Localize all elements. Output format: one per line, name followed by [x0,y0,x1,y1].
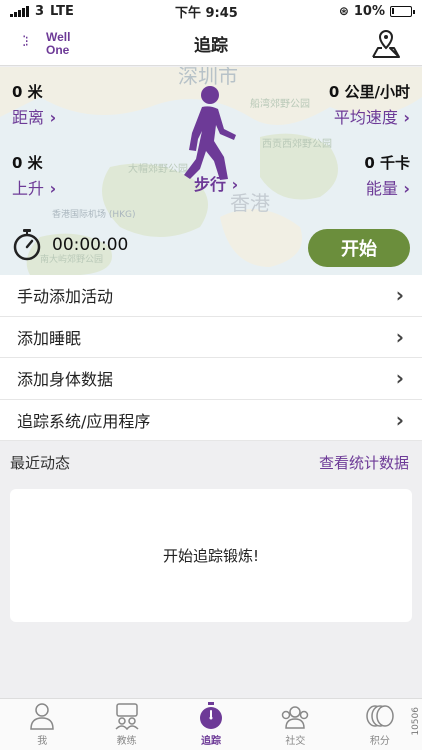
network: LTE [50,3,74,19]
elapsed-time: 00:00:00 [52,235,129,255]
svg-text:船湾郊野公园: 船湾郊野公园 [250,97,310,110]
person-icon [30,703,54,730]
menu-item-tracking-systems[interactable]: 追踪系统/应用程序 › [0,400,422,441]
chevron-right-icon: › [395,283,404,308]
svg-text:西贡西郊野公园: 西贡西郊野公园 [262,137,332,150]
menu-item-add-body-data[interactable]: 添加身体数据 › [0,358,422,400]
signal-icon [10,5,29,17]
group-icon [282,706,309,729]
page-title: 追踪 [194,36,228,56]
nav-bar: ⁚⁝ Well One 追踪 [0,22,422,66]
tab-coach[interactable]: 教练 [84,699,168,750]
stopwatch-icon [200,702,223,729]
avg-speed-stat[interactable]: 0 公里/小时 平均速度 [329,81,410,128]
energy-stat[interactable]: 0 千卡 能量 [364,152,410,199]
tab-social[interactable]: 社交 [253,699,337,750]
battery-percent: 10% [353,3,385,19]
stopwatch-icon [13,229,41,261]
activity-mode-selector[interactable]: 步行 [194,171,238,195]
recent-activity-card: 开始追踪锻炼! [10,489,412,622]
menu-item-manual-add-activity[interactable]: 手动添加活动 › [0,275,422,317]
walking-person-icon[interactable] [180,85,248,183]
svg-text:大帽郊野公园: 大帽郊野公园 [128,162,188,175]
distance-stat[interactable]: 0 米 距离 [12,81,56,128]
view-stats-link[interactable]: 查看统计数据 [319,452,409,473]
tracking-panel: 深圳市 船湾郊野公园 西贡西郊野公园 大帽郊野公园 香港 香港国际机场 (HKG… [0,67,422,275]
chevron-right-icon: › [395,366,404,391]
tab-tracking[interactable]: 追踪 [169,699,253,750]
recent-activity-header: 最近动态 查看统计数据 [0,452,422,473]
carrier: 3 [35,3,45,19]
tab-points[interactable]: 积分 [338,699,422,750]
coins-icon [366,705,394,727]
battery-icon [390,5,415,17]
chevron-right-icon: › [395,407,404,432]
clock: 下午 9:45 [174,5,238,21]
menu-item-add-sleep[interactable]: 添加睡眠 › [0,317,422,358]
tab-me[interactable]: 我 [0,699,84,750]
map-pin-icon[interactable] [370,28,402,60]
wellone-logo: ⁚⁝ Well One [22,30,71,57]
recent-activity-title: 最近动态 [10,454,71,472]
coach-icon [115,703,139,730]
tab-bar: 我 教练 追踪 社交 积分 10506 [0,698,422,750]
empty-state-text: 开始追踪锻炼! [162,547,259,565]
action-menu: 手动添加活动 › 添加睡眠 › 添加身体数据 › 追踪系统/应用程序 › [0,275,422,441]
lock-rotation-icon: ⊛ [338,4,349,18]
status-bar: 3 LTE 下午 9:45 ⊛ 10% [0,0,422,22]
version-label: 10506 [411,707,421,736]
ascent-stat[interactable]: 0 米 上升 [12,152,56,199]
chevron-right-icon: › [395,324,404,349]
start-button[interactable]: 开始 [308,229,410,267]
svg-text:香港国际机场 (HKG): 香港国际机场 (HKG) [52,208,136,220]
